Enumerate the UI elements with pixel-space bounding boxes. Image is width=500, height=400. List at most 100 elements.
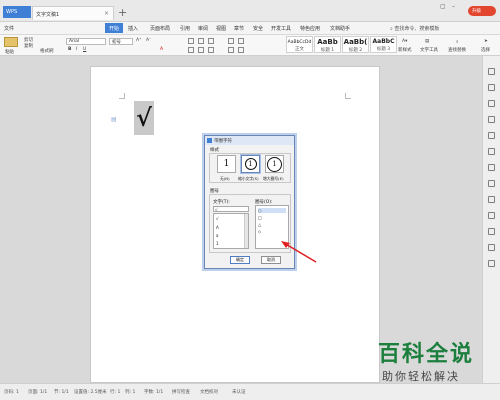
watermark-logo: 百科全说 [378,342,475,367]
menu-security[interactable]: 安全 [253,25,263,32]
proofread-toggle[interactable]: 文档校对 [200,389,218,395]
certification-status[interactable]: 未认证 [232,389,246,395]
sidebar-shape-icon[interactable] [488,100,495,107]
style-heading-1[interactable]: AaBb 标题 1 [314,36,341,53]
sidebar-style-icon[interactable] [488,84,495,91]
menu-file[interactable]: 文件 [4,25,14,32]
style-heading-2[interactable]: AaBb( 标题 2 [342,36,369,53]
menu-references[interactable]: 引用 [180,25,190,32]
enclosure-item-square[interactable]: □ [258,215,262,220]
font-color-icon[interactable]: A [160,47,163,52]
indent-icon[interactable] [208,38,214,44]
status-word-count[interactable]: 字数: 1/1 [144,389,163,395]
style-option-shrink-text[interactable]: 1 [241,155,260,173]
wps-app-icon [207,138,212,143]
text-input[interactable]: √ [213,206,249,212]
menu-insert[interactable]: 插入 [128,25,138,32]
sidebar-share-icon[interactable] [488,148,495,155]
text-tool-button[interactable]: 文字工具 [420,47,438,53]
selected-check-character[interactable]: √ [134,101,154,135]
bullets-icon[interactable] [188,38,194,44]
status-position: 设置值: 2.5厘米 [74,390,107,395]
bold-icon[interactable]: B [68,47,71,52]
paste-button[interactable]: 粘贴 [5,49,14,55]
align-center-icon[interactable] [198,47,204,53]
menu-doc-assistant[interactable]: 文档助手 [330,25,350,32]
spell-check-toggle[interactable]: 拼写检查 [172,389,190,395]
sidebar-select-icon[interactable] [488,68,495,75]
list-item[interactable]: A [216,225,219,230]
sidebar-backup-icon[interactable] [488,132,495,139]
enclosure-item-triangle[interactable]: △ [258,222,261,227]
dialog-title: 带圈字符 [214,139,232,144]
menu-review[interactable]: 审阅 [198,25,208,32]
wps-app-tab[interactable]: WPS [3,6,31,18]
text-tool-icon[interactable]: ▤ [425,39,429,44]
minimize-icon[interactable]: – [452,3,455,10]
menu-developer[interactable]: 开发工具 [271,25,291,32]
paste-icon[interactable] [4,37,18,47]
list-item[interactable]: a [216,233,218,238]
font-size-select[interactable]: 初号 [109,38,133,45]
sidebar-image-icon[interactable] [488,212,495,219]
copy-button[interactable]: 复制 [24,43,33,49]
menu-page-layout[interactable]: 页面布局 [150,25,170,32]
show-marks-icon[interactable] [238,38,244,44]
list-item[interactable]: √ [216,216,219,221]
close-tab-icon[interactable]: × [104,10,109,17]
text-list-scrollbar[interactable] [244,214,248,248]
select-button[interactable]: 选择 [481,47,490,53]
new-tab-icon[interactable]: + [118,6,127,19]
sidebar-translate-icon[interactable] [488,244,495,251]
ok-button[interactable]: 确定 [230,256,250,264]
sidebar-table-icon[interactable] [488,228,495,235]
italic-icon[interactable]: I [76,47,77,52]
sort-icon[interactable] [228,38,234,44]
menu-chapter[interactable]: 章节 [234,25,244,32]
align-left-icon[interactable] [188,47,194,53]
sidebar-tool-icon[interactable] [488,164,495,171]
list-item[interactable]: 1 [216,241,219,246]
enclosure-item-circle[interactable]: ○ [258,208,286,213]
sidebar-format-icon[interactable] [488,196,495,203]
sidebar-template-icon[interactable] [488,180,495,187]
find-replace-button[interactable]: 查找替换 [448,47,466,53]
shrink-font-icon[interactable]: A⁻ [146,38,151,43]
status-page[interactable]: 页面: 1/1 [28,389,47,395]
menu-home[interactable]: 开始 [105,23,124,33]
style-label: 正文 [295,47,304,52]
font-family-select[interactable]: Arial [66,38,106,45]
format-painter-button[interactable]: 格式刷 [40,48,54,54]
style-option-none[interactable]: 1 [217,155,236,173]
numbering-icon[interactable] [198,38,204,44]
new-style-icon[interactable]: A▾ [402,39,407,44]
sidebar-property-icon[interactable] [488,116,495,123]
borders-icon[interactable] [238,47,244,53]
menu-features[interactable]: 特色应用 [300,25,320,32]
paragraph-handle-icon[interactable]: ▤ [111,116,117,123]
underline-icon[interactable]: U [83,47,86,52]
skin-icon[interactable]: ▢ [440,3,446,10]
command-search[interactable]: ⌕ 查找命令、搜索模板 [388,24,444,33]
style-normal[interactable]: AaBbCcDd 正文 [286,36,313,53]
enclosure-list[interactable]: ○ □ △ ◇ [255,205,289,249]
enclosure-item-diamond[interactable]: ◇ [258,229,261,234]
menu-view[interactable]: 视图 [216,25,226,32]
enclose-characters-dialog: 带圈字符 样式 1 1 1 无(N) 缩小文字(S) 增大圈号(E) 圈号 文字… [204,135,295,269]
text-list[interactable]: √ A a 1 [213,213,249,249]
document-tab[interactable]: 文字文稿1 × [32,6,114,20]
status-row: 行: 1 [110,390,121,395]
align-right-icon[interactable] [208,47,214,53]
line-spacing-icon[interactable] [228,47,234,53]
search-icon: ⌕ [390,26,393,32]
style-heading-3[interactable]: AaBbC 标题 3 [370,36,397,53]
sidebar-help-icon[interactable] [488,260,495,267]
find-replace-icon[interactable]: ⌕ [456,39,459,45]
cancel-button[interactable]: 取消 [261,256,281,264]
style-option-enlarge-symbol[interactable]: 1 [265,155,284,173]
grow-font-icon[interactable]: A⁺ [136,38,141,43]
new-style-button[interactable]: 新样式 [398,47,412,53]
upgrade-button[interactable]: 升级 [468,6,496,16]
select-icon[interactable]: ➤ [484,39,488,44]
dialog-title-bar[interactable]: 带圈字符 [205,136,294,145]
